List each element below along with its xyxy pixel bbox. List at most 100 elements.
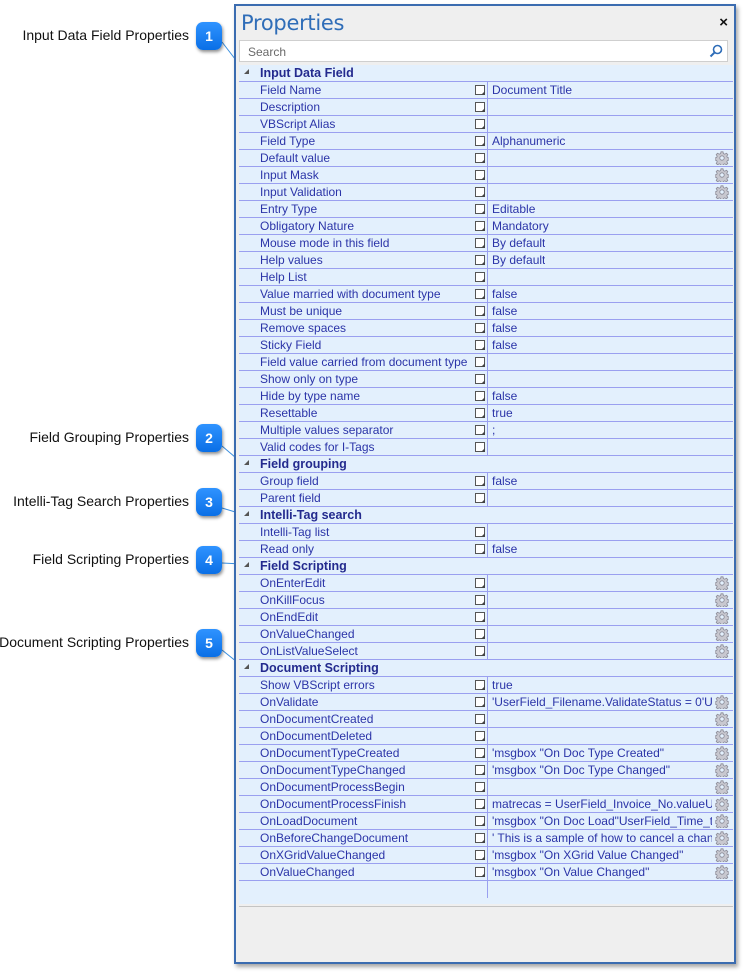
edit-property-icon[interactable] [475,170,485,180]
edit-property-icon[interactable] [475,442,485,452]
property-value[interactable]: false [492,338,517,352]
property-row[interactable]: OnDocumentTypeCreated 'msgbox "On Doc Typ… [239,745,733,762]
property-row[interactable]: Description [239,99,733,116]
property-row[interactable]: Help values By default [239,252,733,269]
property-row[interactable]: OnXGridValueChanged 'msgbox "On XGrid Val… [239,847,733,864]
gear-icon[interactable] [714,831,730,847]
gear-icon[interactable] [714,797,730,813]
edit-property-icon[interactable] [475,323,485,333]
edit-property-icon[interactable] [475,85,485,95]
edit-property-icon[interactable] [475,340,485,350]
edit-property-icon[interactable] [475,493,485,503]
property-value[interactable]: 'UserField_Filename.ValidateStatus = 0'U… [492,695,712,709]
edit-property-icon[interactable] [475,816,485,826]
gear-icon[interactable] [714,185,730,201]
expanded-triangle-icon[interactable] [244,664,249,669]
property-row[interactable]: OnListValueSelect [239,643,733,660]
edit-property-icon[interactable] [475,629,485,639]
gear-icon[interactable] [714,151,730,167]
edit-property-icon[interactable] [475,391,485,401]
gear-icon[interactable] [714,593,730,609]
property-row[interactable]: OnDocumentDeleted [239,728,733,745]
property-value[interactable]: Document Title [492,83,572,97]
property-row[interactable]: Field value carried from document type [239,354,733,371]
edit-property-icon[interactable] [475,867,485,877]
category-row[interactable]: Field Scripting [239,558,733,575]
property-value[interactable]: false [492,321,517,335]
edit-property-icon[interactable] [475,102,485,112]
edit-property-icon[interactable] [475,765,485,775]
gear-icon[interactable] [714,729,730,745]
gear-icon[interactable] [714,780,730,796]
edit-property-icon[interactable] [475,255,485,265]
property-value[interactable]: false [492,474,517,488]
edit-property-icon[interactable] [475,153,485,163]
property-row[interactable]: Hide by type name false [239,388,733,405]
edit-property-icon[interactable] [475,425,485,435]
property-value[interactable]: 'msgbox "On XGrid Value Changed" [492,848,683,862]
property-row[interactable]: Field Type Alphanumeric [239,133,733,150]
property-row[interactable]: Intelli-Tag list [239,524,733,541]
property-value[interactable]: By default [492,253,545,267]
category-row[interactable]: Field grouping [239,456,733,473]
property-row[interactable]: Parent field [239,490,733,507]
property-row[interactable]: Read only false [239,541,733,558]
expanded-triangle-icon[interactable] [244,460,249,465]
property-value[interactable]: ' This is a sample of how to cancel a ch… [492,831,712,845]
property-row[interactable]: OnValidate 'UserField_Filename.ValidateSt… [239,694,733,711]
property-row[interactable]: OnEnterEdit [239,575,733,592]
property-row[interactable]: OnDocumentProcessFinish matrecas = UserFi… [239,796,733,813]
gear-icon[interactable] [714,848,730,864]
edit-property-icon[interactable] [475,799,485,809]
edit-property-icon[interactable] [475,357,485,367]
category-row[interactable]: Input Data Field [239,65,733,82]
edit-property-icon[interactable] [475,595,485,605]
property-row[interactable]: Obligatory Nature Mandatory [239,218,733,235]
edit-property-icon[interactable] [475,289,485,299]
edit-property-icon[interactable] [475,544,485,554]
property-row[interactable]: Help List [239,269,733,286]
property-row[interactable]: Valid codes for I-Tags [239,439,733,456]
property-row[interactable]: OnValueChanged [239,626,733,643]
property-row[interactable]: Entry Type Editable [239,201,733,218]
property-row[interactable]: Show VBScript errors true [239,677,733,694]
edit-property-icon[interactable] [475,272,485,282]
edit-property-icon[interactable] [475,221,485,231]
gear-icon[interactable] [714,168,730,184]
property-value[interactable]: matrecas = UserField_Invoice_No.valueUse… [492,797,712,811]
property-row[interactable]: Value married with document type false [239,286,733,303]
property-row[interactable]: OnBeforeChangeDocument ' This is a sample… [239,830,733,847]
edit-property-icon[interactable] [475,612,485,622]
property-value[interactable]: By default [492,236,545,250]
edit-property-icon[interactable] [475,187,485,197]
property-row[interactable]: VBScript Alias [239,116,733,133]
property-row[interactable]: Mouse mode in this field By default [239,235,733,252]
edit-property-icon[interactable] [475,136,485,146]
gear-icon[interactable] [714,576,730,592]
gear-icon[interactable] [714,627,730,643]
gear-icon[interactable] [714,763,730,779]
property-value[interactable]: false [492,304,517,318]
expanded-triangle-icon[interactable] [244,562,249,567]
property-value[interactable]: true [492,678,513,692]
edit-property-icon[interactable] [475,731,485,741]
edit-property-icon[interactable] [475,782,485,792]
edit-property-icon[interactable] [475,714,485,724]
category-row[interactable]: Intelli-Tag search [239,507,733,524]
property-row[interactable]: Resettable true [239,405,733,422]
property-value[interactable]: ; [492,423,495,437]
edit-property-icon[interactable] [475,204,485,214]
property-value[interactable]: false [492,389,517,403]
property-value[interactable]: 'msgbox "On Value Changed" [492,865,649,879]
property-value[interactable]: Editable [492,202,535,216]
property-row[interactable]: Show only on type [239,371,733,388]
property-row[interactable]: Input Validation [239,184,733,201]
search-box[interactable] [239,40,728,62]
expanded-triangle-icon[interactable] [244,69,249,74]
property-value[interactable]: 'msgbox "On Doc Type Created" [492,746,664,760]
property-row[interactable]: OnLoadDocument 'msgbox "On Doc Load"UserF… [239,813,733,830]
property-value[interactable]: true [492,406,513,420]
edit-property-icon[interactable] [475,748,485,758]
expanded-triangle-icon[interactable] [244,511,249,516]
property-row[interactable]: Must be unique false [239,303,733,320]
